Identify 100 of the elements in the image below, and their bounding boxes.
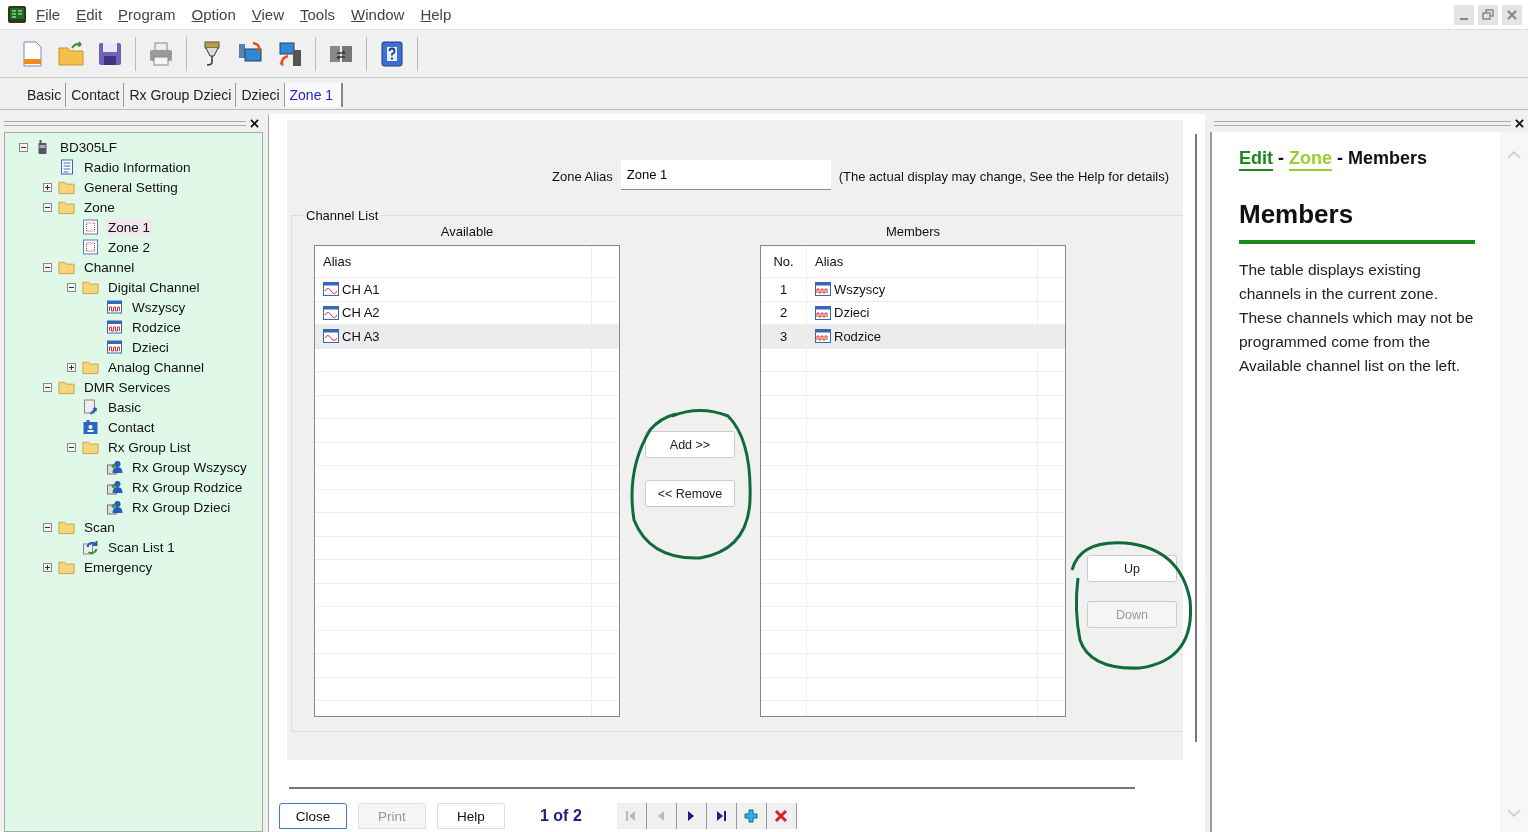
- hint-text: (The actual display may change, See the Help for details): [838, 168, 1169, 184]
- expander-icon[interactable]: [67, 362, 76, 372]
- channel-alias: Wszyscy: [834, 281, 886, 297]
- tree-item[interactable]: Digital Channel: [106, 278, 202, 296]
- column-header: Alias: [315, 246, 592, 277]
- tree-item[interactable]: Scan: [82, 518, 117, 536]
- digital-channel-icon: [815, 282, 831, 297]
- tree-item[interactable]: Scan List 1: [106, 538, 177, 556]
- expander-icon[interactable]: [43, 522, 52, 532]
- folder-icon: [58, 259, 75, 275]
- help-icon[interactable]: [378, 39, 406, 68]
- restore-icon[interactable]: [1478, 4, 1498, 25]
- tree-item[interactable]: Basic: [106, 398, 143, 416]
- remove-button[interactable]: << Remove: [645, 480, 735, 507]
- menu-item[interactable]: Help: [420, 6, 452, 23]
- people-icon: [106, 479, 123, 495]
- tree-item[interactable]: Analog Channel: [106, 358, 207, 376]
- contact-icon: [82, 419, 99, 435]
- menu-item[interactable]: File: [36, 6, 61, 23]
- table-row[interactable]: 1 Wszyscy: [761, 278, 1065, 302]
- close-icon[interactable]: [250, 118, 259, 128]
- tree-item[interactable]: Zone: [82, 198, 117, 216]
- tree-item[interactable]: Wszyscy: [130, 298, 188, 316]
- zone-icon: [82, 239, 99, 255]
- expander-icon[interactable]: [67, 442, 76, 452]
- close-icon[interactable]: [1515, 118, 1524, 128]
- up-button[interactable]: Up: [1087, 555, 1177, 582]
- expander-icon[interactable]: [43, 262, 52, 272]
- footer-button[interactable]: Close: [279, 803, 347, 829]
- tree-item[interactable]: Rx Group Wszyscy: [130, 458, 249, 476]
- tree-item[interactable]: Rx Group List: [106, 438, 193, 456]
- help-heading: Members: [1239, 199, 1475, 244]
- document-tab[interactable]: Zone 1: [284, 83, 344, 107]
- next-page-button[interactable]: [676, 803, 707, 829]
- tree-item[interactable]: Zone 2: [106, 238, 153, 256]
- group-title: Channel List: [305, 208, 380, 223]
- zone-alias-field[interactable]: Zone 1: [620, 160, 831, 190]
- computer-radio-icon[interactable]: [276, 39, 304, 68]
- tree-item[interactable]: Zone 1: [106, 218, 153, 236]
- channel-alias: Dzieci: [834, 305, 870, 321]
- list-title: Members: [885, 223, 941, 241]
- table-row[interactable]: CH A3: [315, 325, 619, 349]
- digital-channel-icon: [815, 329, 831, 344]
- column-header: No.: [761, 246, 807, 277]
- delete-button[interactable]: [766, 803, 797, 829]
- folder-icon: [58, 559, 75, 575]
- field-label: Zone Alias: [552, 168, 613, 184]
- tree-item[interactable]: Radio Information: [82, 158, 193, 176]
- digital-channel-icon: [815, 305, 831, 320]
- folder-icon: [58, 199, 75, 215]
- zone-icon: [82, 219, 99, 235]
- add-button[interactable]: Add >>: [645, 431, 735, 458]
- refresh-icon: [82, 539, 99, 555]
- expander-icon[interactable]: [43, 182, 52, 192]
- channel-alias: CH A2: [342, 305, 380, 321]
- document-icon: [58, 159, 75, 175]
- last-page-button[interactable]: [706, 803, 737, 829]
- tree-item[interactable]: Contact: [106, 418, 157, 436]
- people-icon: [106, 459, 123, 475]
- help-text: The table displays existing channels in the current zone. These channels which may not be programmed come from the Available channel list on the left.: [1239, 260, 1475, 376]
- separator-dash: -: [1337, 148, 1343, 169]
- folder-icon: [82, 279, 99, 295]
- table-row[interactable]: 3 Rodzice: [761, 325, 1065, 349]
- tree-item[interactable]: Rx Group Dzieci: [130, 498, 233, 516]
- expander-icon[interactable]: [43, 202, 52, 212]
- cross-icon: [773, 808, 790, 824]
- menu-item[interactable]: Window: [351, 6, 405, 23]
- folder-icon: [58, 519, 75, 535]
- menu-item[interactable]: Tools: [300, 6, 336, 23]
- tree-item[interactable]: Rx Group Rodzice: [130, 478, 245, 496]
- expander-icon[interactable]: [43, 382, 52, 392]
- menu-item[interactable]: Option: [191, 6, 236, 23]
- minimize-icon[interactable]: [1454, 4, 1474, 25]
- menu-item[interactable]: Program: [118, 6, 176, 23]
- table-row[interactable]: CH A1: [315, 278, 619, 302]
- plus-icon: [743, 808, 760, 824]
- footer-button[interactable]: Help: [437, 803, 505, 829]
- menu-item[interactable]: Edit: [76, 6, 103, 23]
- tree-item[interactable]: BD305LF: [58, 138, 120, 156]
- channel-icon: [106, 299, 123, 315]
- breadcrumb-link[interactable]: Edit: [1239, 148, 1273, 171]
- folder-icon: [82, 439, 99, 455]
- separator-dash: -: [1278, 148, 1284, 169]
- folder-icon[interactable]: [57, 39, 85, 68]
- settings-page-icon: [82, 399, 99, 415]
- tree-item[interactable]: General Setting: [82, 178, 180, 196]
- row-number: 2: [761, 301, 807, 324]
- tree-item[interactable]: Emergency: [82, 558, 155, 576]
- expander-icon[interactable]: [19, 142, 28, 152]
- expander-icon[interactable]: [67, 282, 76, 292]
- tree-item[interactable]: DMR Services: [82, 378, 173, 396]
- list-title: Available: [440, 223, 494, 241]
- expander-icon[interactable]: [43, 562, 52, 572]
- tree-item[interactable]: Dzieci: [130, 338, 171, 356]
- menu-item[interactable]: View: [251, 6, 285, 23]
- tree-item[interactable]: Rodzice: [130, 318, 183, 336]
- folder-icon: [58, 179, 75, 195]
- tree-item[interactable]: Channel: [82, 258, 137, 276]
- analog-channel-icon: [323, 305, 339, 320]
- printer-icon[interactable]: [147, 39, 175, 68]
